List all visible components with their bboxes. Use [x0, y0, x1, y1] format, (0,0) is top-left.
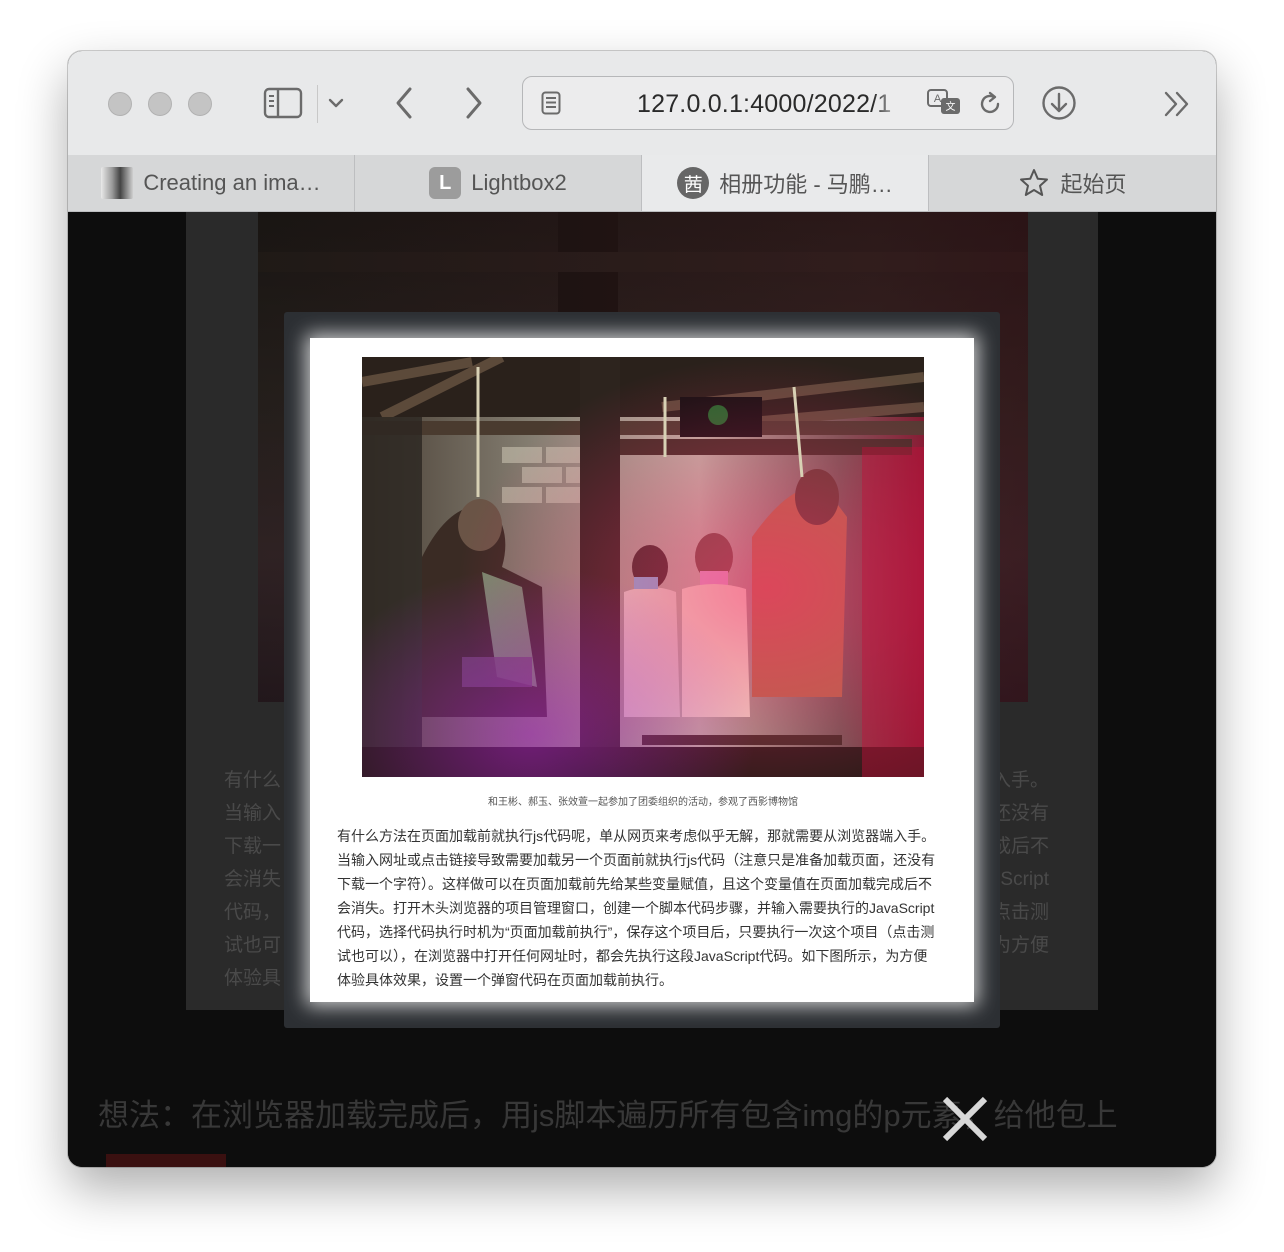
svg-text:文: 文: [946, 100, 956, 113]
letter-l-icon: L: [429, 167, 462, 199]
sidebar-icon: [263, 87, 303, 119]
background-decoration: [106, 1154, 226, 1167]
tab-label: Creating an ima…: [143, 170, 321, 195]
toolbar-divider: [317, 85, 318, 123]
chevron-right-icon: [466, 87, 482, 119]
image-thumbnail-icon: [101, 167, 134, 199]
tab-creating-image[interactable]: Creating an ima…: [68, 155, 355, 211]
downloads-button[interactable]: [1040, 84, 1078, 122]
article-line: 代码，选择代码执行时机为“页面加载前执行”，保存这个项目后，只要执行一次这个项目…: [337, 924, 935, 940]
url-text[interactable]: 127.0.0.1:4000/2022/1: [637, 90, 899, 120]
tab-album-feature[interactable]: 茜 相册功能 - 马鹏…: [642, 155, 929, 211]
page-icon: [541, 91, 561, 115]
chevron-down-icon: [328, 98, 344, 108]
reload-icon: [980, 91, 1000, 114]
browser-toolbar: 127.0.0.1:4000/2022/1 A 文: [68, 51, 1216, 156]
sidebar-toggle-button[interactable]: [260, 85, 306, 121]
tab-label: 起始页: [1060, 172, 1127, 197]
translate-button[interactable]: A 文: [925, 88, 965, 118]
double-chevron-right-icon: [1164, 91, 1189, 117]
close-window-button[interactable]: [108, 92, 132, 116]
article-line: 当输入网址或点击链接导致需要加载另一个页面前就执行js代码（注意只是准备加载页面…: [337, 852, 936, 868]
article-line: 会消失。打开木头浏览器的项目管理窗口，创建一个脚本代码步骤，并输入需要执行的Ja…: [337, 900, 935, 916]
address-bar[interactable]: 127.0.0.1:4000/2022/1 A 文: [522, 76, 1014, 130]
forward-button[interactable]: [456, 85, 492, 121]
zoom-window-button[interactable]: [188, 92, 212, 116]
tab-label: 相册功能 - 马鹏…: [719, 172, 893, 197]
star-icon: [1018, 167, 1050, 199]
article-line: 试也可以），在浏览器中打开任何网址时，都会先执行这段JavaScript代码。如…: [337, 948, 928, 964]
lightbox-close-button[interactable]: [940, 1094, 990, 1144]
article-line: 下载一个字符）。这样做可以在页面加载前先给某些变量赋值，且这个变量值在页面加载完…: [337, 876, 932, 892]
more-tabs-button[interactable]: [1160, 89, 1194, 119]
translate-icon: A 文: [927, 89, 960, 114]
back-button[interactable]: [386, 85, 422, 121]
reader-mode-button[interactable]: [539, 90, 563, 116]
article-text: 有什么方法在页面加载前就执行js代码呢，单从网页来考虑似乎无解，那就需要从浏览器…: [337, 824, 949, 992]
article-line: 有什么方法在页面加载前就执行js代码呢，单从网页来考虑似乎无解，那就需要从浏览器…: [337, 828, 936, 844]
web-content: 有什么 入手。 当输入 还没有 下载一 成后不 会消失 Script 代码， 点击测 试也…: [68, 212, 1216, 1167]
tab-start-page[interactable]: 起始页: [929, 155, 1216, 211]
download-icon: [1042, 86, 1076, 120]
reload-button[interactable]: [975, 89, 1005, 119]
museum-photo: [362, 357, 924, 777]
site-logo-icon: 茜: [677, 167, 710, 199]
tab-label: Lightbox2: [471, 170, 567, 195]
tab-bar: Creating an ima… L Lightbox2 茜 相册功能 - 马鹏…: [68, 155, 1216, 212]
chevron-left-icon: [396, 87, 412, 119]
browser-window: 127.0.0.1:4000/2022/1 A 文 Creating an im…: [68, 51, 1216, 1167]
svg-text:A: A: [934, 93, 942, 105]
url-fade: [873, 87, 903, 121]
lightbox-image[interactable]: 和王彬、郝玉、张效萱一起参加了团委组织的活动，参观了西影博物馆 有什么方法在页面…: [310, 338, 974, 1002]
image-caption: 和王彬、郝玉、张效萱一起参加了团委组织的活动，参观了西影博物馆: [488, 797, 798, 808]
sidebar-menu-button[interactable]: [324, 91, 348, 115]
article-line: 体验具体效果，设置一个弹窗代码在页面加载前执行。: [337, 972, 673, 988]
close-icon: [942, 1096, 988, 1142]
tab-lightbox2[interactable]: L Lightbox2: [355, 155, 642, 211]
minimize-window-button[interactable]: [148, 92, 172, 116]
